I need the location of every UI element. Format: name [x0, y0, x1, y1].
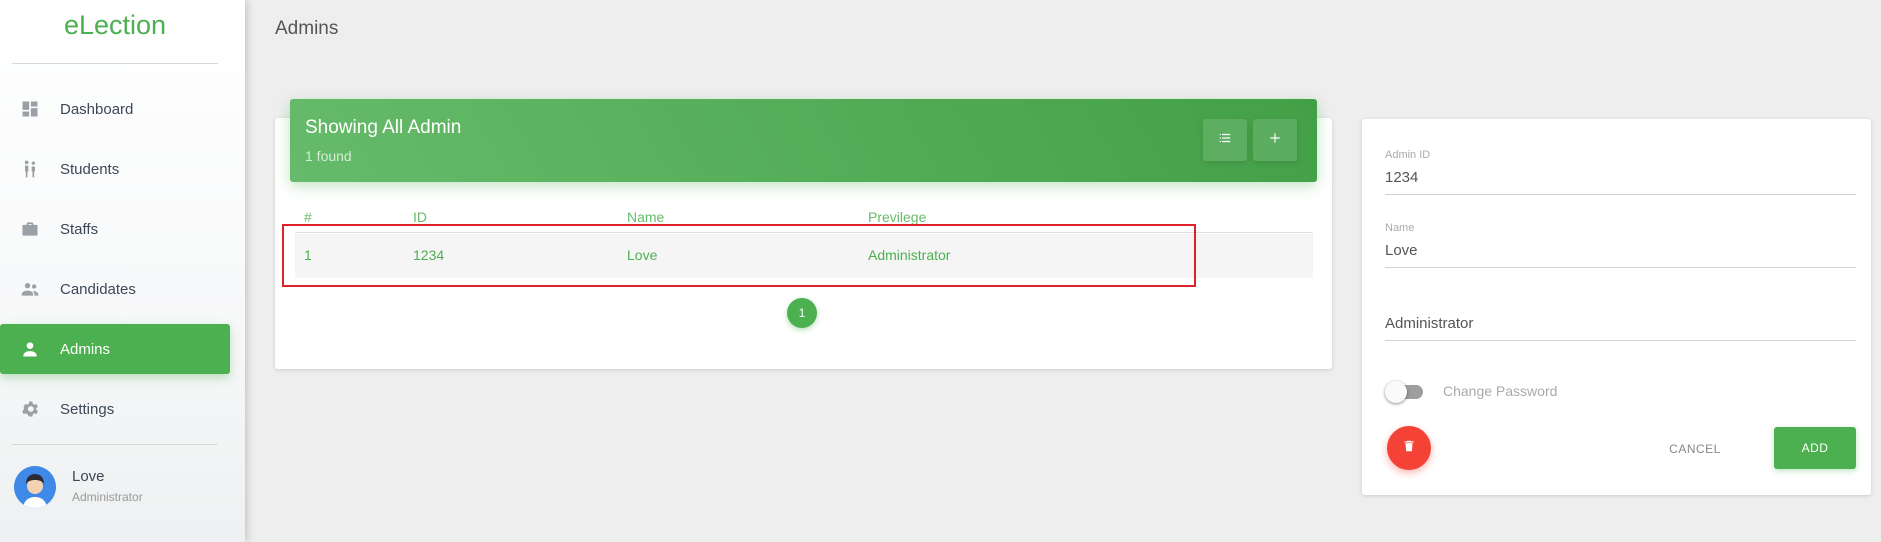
person-icon [20, 339, 40, 359]
user-role: Administrator [72, 490, 143, 504]
sidebar-divider [12, 444, 218, 445]
page-title: Admins [275, 18, 339, 39]
sidebar-item-staffs[interactable]: Staffs [0, 204, 230, 254]
students-icon [20, 159, 40, 179]
sidebar-item-label: Admins [60, 340, 111, 358]
cancel-button[interactable]: CANCEL [1660, 438, 1730, 460]
add-admin-button[interactable] [1253, 119, 1297, 161]
table-row[interactable]: 1 1234 Love Administrator [295, 234, 1313, 278]
admin-id-field[interactable]: Admin ID 1234 [1385, 149, 1856, 195]
sidebar-item-students[interactable]: Students [0, 144, 230, 194]
admin-form-card: Admin ID 1234 Name Love Administrator Ch… [1362, 119, 1871, 495]
gear-icon [20, 399, 40, 419]
table-header: # ID Name Previlege [295, 209, 1313, 233]
avatar [14, 466, 56, 508]
list-view-button[interactable] [1203, 119, 1247, 161]
briefcase-icon [20, 219, 40, 239]
name-value: Love [1385, 242, 1418, 259]
cell-name: Love [627, 247, 658, 263]
people-icon [20, 279, 40, 299]
column-header-privilege[interactable]: Previlege [868, 209, 926, 225]
sidebar-item-dashboard[interactable]: Dashboard [0, 84, 230, 134]
toggle-knob [1385, 381, 1407, 403]
sidebar-item-label: Settings [60, 400, 115, 418]
name-label: Name [1385, 222, 1415, 234]
list-icon [1218, 131, 1232, 150]
privilege-value: Administrator [1385, 315, 1474, 332]
add-button[interactable]: ADD [1774, 427, 1856, 469]
delete-button[interactable] [1387, 426, 1431, 470]
column-header-number[interactable]: # [304, 209, 312, 225]
sidebar-item-candidates[interactable]: Candidates [0, 264, 230, 314]
sidebar-item-settings[interactable]: Settings [0, 384, 230, 434]
admin-id-value: 1234 [1385, 169, 1419, 186]
cell-id: 1234 [413, 247, 445, 263]
sidebar-item-label: Dashboard [60, 100, 134, 118]
admin-id-label: Admin ID [1385, 149, 1431, 161]
sidebar-item-admins[interactable]: Admins [0, 324, 230, 374]
sidebar: eLection Dashboard Students Staffs Candi… [0, 0, 245, 542]
name-field[interactable]: Name Love [1385, 222, 1856, 268]
change-password-toggle[interactable] [1385, 381, 1425, 403]
sidebar-divider [12, 63, 218, 64]
card-subtitle: 1 found [305, 148, 352, 164]
dashboard-icon [20, 99, 40, 119]
user-name: Love [72, 468, 105, 485]
column-header-id[interactable]: ID [413, 209, 427, 225]
column-header-name[interactable]: Name [627, 209, 664, 225]
privilege-select[interactable]: Administrator [1385, 295, 1856, 341]
cell-privilege: Administrator [868, 247, 951, 263]
cell-number: 1 [304, 247, 312, 263]
card-header: Showing All Admin 1 found [290, 99, 1317, 182]
user-profile[interactable]: Love Administrator [14, 464, 224, 510]
brand-logo[interactable]: eLection [0, 10, 230, 41]
trash-icon [1402, 439, 1416, 458]
sidebar-item-label: Candidates [60, 280, 136, 298]
plus-icon [1268, 131, 1282, 150]
card-title: Showing All Admin [305, 117, 462, 138]
pagination-page-button[interactable]: 1 [787, 298, 817, 328]
sidebar-item-label: Students [60, 160, 120, 178]
change-password-label: Change Password [1443, 383, 1558, 399]
sidebar-item-label: Staffs [60, 220, 99, 238]
